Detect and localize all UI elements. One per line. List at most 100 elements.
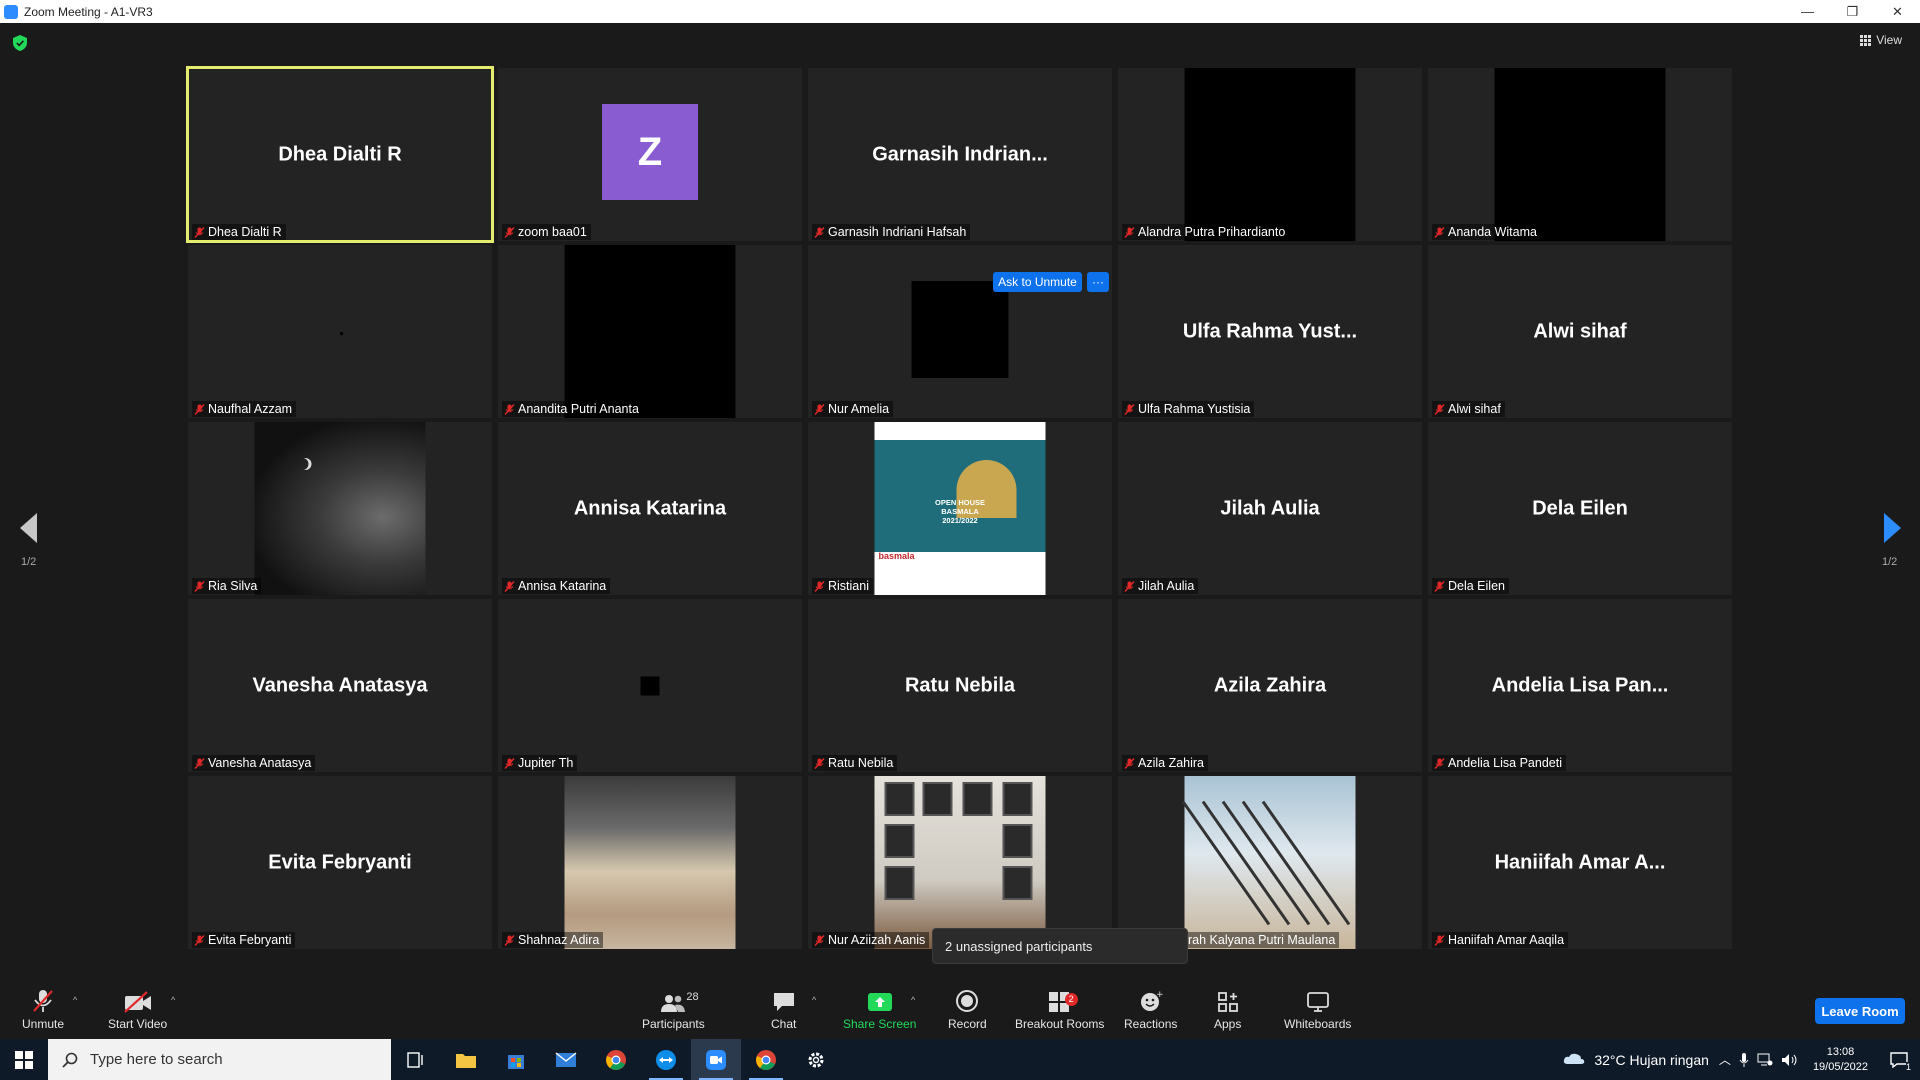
reactions-button[interactable]: + Reactions xyxy=(1124,987,1177,1031)
muted-mic-icon xyxy=(814,403,825,415)
record-button[interactable]: Record xyxy=(948,987,987,1031)
gallery-grid: Dhea Dialti R Dhea Dialti R Z zoom baa01… xyxy=(186,66,1732,949)
windows-logo-icon xyxy=(15,1050,33,1069)
teamviewer-button[interactable] xyxy=(641,1039,691,1080)
video-feed xyxy=(911,281,1009,378)
participant-tile[interactable]: Ulfa Rahma Yust... Ulfa Rahma Yustisia xyxy=(1118,245,1422,418)
leave-room-button[interactable]: Leave Room xyxy=(1815,998,1905,1024)
tile-name-label: Jilah Aulia xyxy=(1122,578,1199,594)
rain-cloud-icon xyxy=(1564,1053,1585,1064)
whiteboard-icon xyxy=(1306,992,1329,1012)
tile-name-label: Ananda Witama xyxy=(1432,224,1541,240)
clock-time: 13:08 xyxy=(1826,1045,1855,1058)
restore-button[interactable]: ❐ xyxy=(1830,0,1875,23)
participant-tile[interactable]: Nur Aziizah Aanis xyxy=(808,776,1112,949)
participants-button[interactable]: 28 Participants xyxy=(642,987,705,1031)
muted-mic-icon xyxy=(1434,580,1445,592)
participant-tile[interactable]: Ananda Witama xyxy=(1428,68,1732,241)
participant-tile[interactable]: Ratu Nebila Ratu Nebila xyxy=(808,599,1112,772)
participant-tile[interactable]: Alandra Putra Prihardianto xyxy=(1118,68,1422,241)
participant-tile[interactable]: Garnasih Indrian... Garnasih Indriani Ha… xyxy=(808,68,1112,241)
windows-start-button[interactable] xyxy=(0,1039,48,1080)
participant-tile[interactable]: Haniifah Amar A... Haniifah Amar Aaqila xyxy=(1428,776,1732,949)
participant-tile[interactable]: Nur Amelia xyxy=(808,245,1112,418)
muted-mic-icon xyxy=(504,580,515,592)
tile-name-label: Evita Febryanti xyxy=(192,932,296,948)
tile-display-name: Vanesha Anatasya xyxy=(252,674,428,696)
task-view-button[interactable] xyxy=(391,1039,441,1080)
zoom-taskbar-button[interactable] xyxy=(691,1039,741,1080)
participant-tile[interactable]: Annisa Katarina Annisa Katarina xyxy=(498,422,802,595)
tile-name-label: Ulfa Rahma Yustisia xyxy=(1122,401,1255,417)
settings-button[interactable] xyxy=(791,1039,841,1080)
participant-tile[interactable]: Jilah Aulia Jilah Aulia xyxy=(1118,422,1422,595)
chevron-up-icon[interactable]: ︿ xyxy=(1719,1051,1731,1068)
video-feed-poster: OPEN HOUSE BASMALA 2021/2022 basmala xyxy=(874,422,1046,595)
security-shield-icon[interactable] xyxy=(13,35,27,51)
record-icon xyxy=(956,990,979,1012)
participant-tile[interactable]: Jupiter Th xyxy=(498,599,802,772)
participant-tile[interactable]: Z zoom baa01 xyxy=(498,68,802,241)
start-video-button[interactable]: Start Video xyxy=(108,987,167,1031)
tile-name-label: Jupiter Th xyxy=(502,755,578,771)
video-feed xyxy=(340,331,343,335)
video-options-caret-icon[interactable]: ^ xyxy=(171,995,175,1005)
participant-tile[interactable]: Naufhal Azzam xyxy=(188,245,492,418)
clock-date: 19/05/2022 xyxy=(1812,1060,1868,1073)
share-screen-button[interactable]: Share Screen xyxy=(843,987,916,1031)
participants-count: 28 xyxy=(686,991,699,1003)
participant-tile[interactable]: Ria Silva xyxy=(188,422,492,595)
muted-mic-icon xyxy=(1434,757,1445,769)
tile-name-label: Alwi sihaf xyxy=(1432,401,1505,417)
chrome-profile-icon xyxy=(756,1049,776,1070)
participant-tile[interactable]: Andelia Lisa Pan... Andelia Lisa Pandeti xyxy=(1428,599,1732,772)
participant-tile[interactable]: Dela Eilen Dela Eilen xyxy=(1428,422,1732,595)
taskbar-search-box[interactable]: Type here to search xyxy=(48,1039,391,1080)
apps-button[interactable]: Apps xyxy=(1214,987,1241,1031)
participant-tile[interactable]: Vanesha Anatasya Vanesha Anatasya xyxy=(188,599,492,772)
participant-tile[interactable]: Evita Febryanti Evita Febryanti xyxy=(188,776,492,949)
view-button[interactable]: View xyxy=(1860,33,1902,47)
previous-page-arrow-icon[interactable] xyxy=(20,513,37,543)
mail-button[interactable] xyxy=(541,1039,591,1080)
weather-text[interactable]: 32°C Hujan ringan xyxy=(1594,1052,1709,1068)
muted-mic-icon xyxy=(1434,403,1445,415)
participant-tile[interactable]: rah Kalyana Putri Maulana xyxy=(1118,776,1422,949)
ask-to-unmute-button[interactable]: Ask to Unmute xyxy=(993,272,1082,292)
muted-mic-icon xyxy=(814,226,825,238)
clock[interactable]: 13:08 19/05/2022 xyxy=(1813,1045,1868,1075)
breakout-rooms-button[interactable]: 2 Breakout Rooms xyxy=(1015,987,1104,1031)
page-indicator-right: 1/2 xyxy=(1882,556,1898,568)
participant-tile[interactable]: Alwi sihaf Alwi sihaf xyxy=(1428,245,1732,418)
share-options-caret-icon[interactable]: ^ xyxy=(911,995,915,1005)
notifications-button[interactable]: 1 xyxy=(1878,1039,1920,1080)
muted-mic-icon xyxy=(1434,934,1445,946)
muted-mic-icon xyxy=(1124,403,1135,415)
unmute-button[interactable]: Unmute xyxy=(22,987,64,1031)
participant-tile[interactable]: Anandita Putri Ananta xyxy=(498,245,802,418)
participant-tile[interactable]: Dhea Dialti R Dhea Dialti R xyxy=(186,66,494,243)
minimize-button[interactable]: — xyxy=(1785,0,1830,23)
chat-button[interactable]: Chat xyxy=(771,987,796,1031)
store-button[interactable] xyxy=(491,1039,541,1080)
file-explorer-button[interactable] xyxy=(441,1039,491,1080)
chrome-profile-button[interactable] xyxy=(741,1039,791,1080)
muted-mic-icon xyxy=(194,757,205,769)
close-window-button[interactable]: ✕ xyxy=(1875,0,1920,23)
participant-tile[interactable]: Shahnaz Adira xyxy=(498,776,802,949)
chat-options-caret-icon[interactable]: ^ xyxy=(812,995,816,1005)
participant-tile[interactable]: OPEN HOUSE BASMALA 2021/2022 basmala Ris… xyxy=(808,422,1112,595)
audio-options-caret-icon[interactable]: ^ xyxy=(73,995,77,1005)
next-page-arrow-icon[interactable] xyxy=(1884,513,1901,543)
chrome-button[interactable] xyxy=(591,1039,641,1080)
video-feed xyxy=(1494,68,1666,241)
microphone-icon[interactable] xyxy=(1739,1052,1749,1068)
whiteboards-button[interactable]: Whiteboards xyxy=(1284,987,1351,1031)
volume-icon[interactable] xyxy=(1781,1053,1799,1067)
video-feed xyxy=(564,245,736,418)
network-icon[interactable] xyxy=(1757,1053,1773,1067)
participants-icon xyxy=(661,995,686,1012)
participant-tile[interactable]: Azila Zahira Azila Zahira xyxy=(1118,599,1422,772)
more-options-button[interactable]: ··· xyxy=(1087,272,1109,292)
page-indicator-left: 1/2 xyxy=(21,556,37,568)
